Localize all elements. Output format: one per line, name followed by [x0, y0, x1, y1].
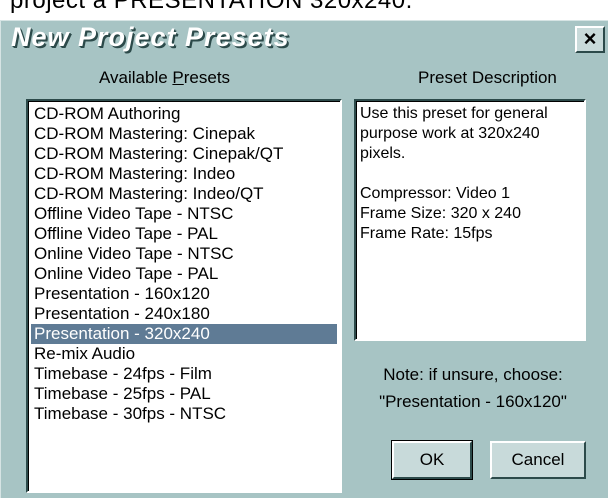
list-item[interactable]: CD-ROM Authoring	[31, 104, 337, 124]
note-text: Note: if unsure, choose: "Presentation -…	[357, 361, 589, 415]
ok-button[interactable]: OK	[391, 440, 473, 480]
preset-description-label: Preset Description	[418, 68, 557, 87]
description-line: Frame Rate: 15fps	[360, 225, 493, 242]
list-item[interactable]: Offline Video Tape - PAL	[31, 224, 337, 244]
list-item[interactable]: CD-ROM Mastering: Indeo	[31, 164, 337, 184]
list-item[interactable]: CD-ROM Mastering: Indeo/QT	[31, 184, 337, 204]
note-line-2: "Presentation - 160x120"	[379, 392, 567, 411]
description-line: Use this preset for general	[360, 105, 548, 122]
list-item[interactable]: Re-mix Audio	[31, 344, 337, 364]
list-item[interactable]: Online Video Tape - NTSC	[31, 244, 337, 264]
list-item[interactable]: Presentation - 160x120	[31, 284, 337, 304]
caption-text: project a PRESENTATION 320x240.	[10, 0, 413, 14]
label-part: Available	[99, 68, 173, 87]
description-line: Compressor: Video 1	[360, 185, 510, 202]
note-line-1: Note: if unsure, choose:	[383, 365, 563, 384]
list-item[interactable]: Presentation - 240x180	[31, 304, 337, 324]
list-item[interactable]: Timebase - 24fps - Film	[31, 364, 337, 384]
cancel-button[interactable]: Cancel	[490, 441, 586, 479]
document-caption-fragment: project a PRESENTATION 320x240.	[0, 0, 608, 20]
label-part: resets	[183, 68, 231, 87]
available-presets-label: Available Presets	[99, 68, 230, 88]
title-bar[interactable]: New Project Presets ×	[1, 21, 608, 57]
close-icon: ×	[583, 26, 597, 51]
list-item[interactable]: Timebase - 30fps - NTSC	[31, 404, 337, 424]
list-item[interactable]: Offline Video Tape - NTSC	[31, 204, 337, 224]
list-item-selected[interactable]: Presentation - 320x240	[31, 324, 337, 344]
description-line: Frame Size: 320 x 240	[360, 205, 521, 222]
list-item[interactable]: Online Video Tape - PAL	[31, 264, 337, 284]
list-item[interactable]: Timebase - 25fps - PAL	[31, 384, 337, 404]
description-line: pixels.	[360, 145, 406, 162]
preset-description-box: Use this preset for general purpose work …	[354, 99, 586, 341]
list-item[interactable]: CD-ROM Mastering: Cinepak	[31, 124, 337, 144]
list-item[interactable]: CD-ROM Mastering: Cinepak/QT	[31, 144, 337, 164]
close-button[interactable]: ×	[575, 26, 605, 53]
description-line: purpose work at 320x240	[360, 125, 540, 142]
description-line	[360, 164, 580, 184]
new-project-presets-dialog: New Project Presets × Available Presets …	[0, 20, 608, 498]
presets-listbox[interactable]: CD-ROM Authoring CD-ROM Mastering: Cinepa…	[26, 99, 342, 493]
dialog-title: New Project Presets	[11, 22, 290, 52]
label-accelerator: P	[172, 68, 184, 87]
